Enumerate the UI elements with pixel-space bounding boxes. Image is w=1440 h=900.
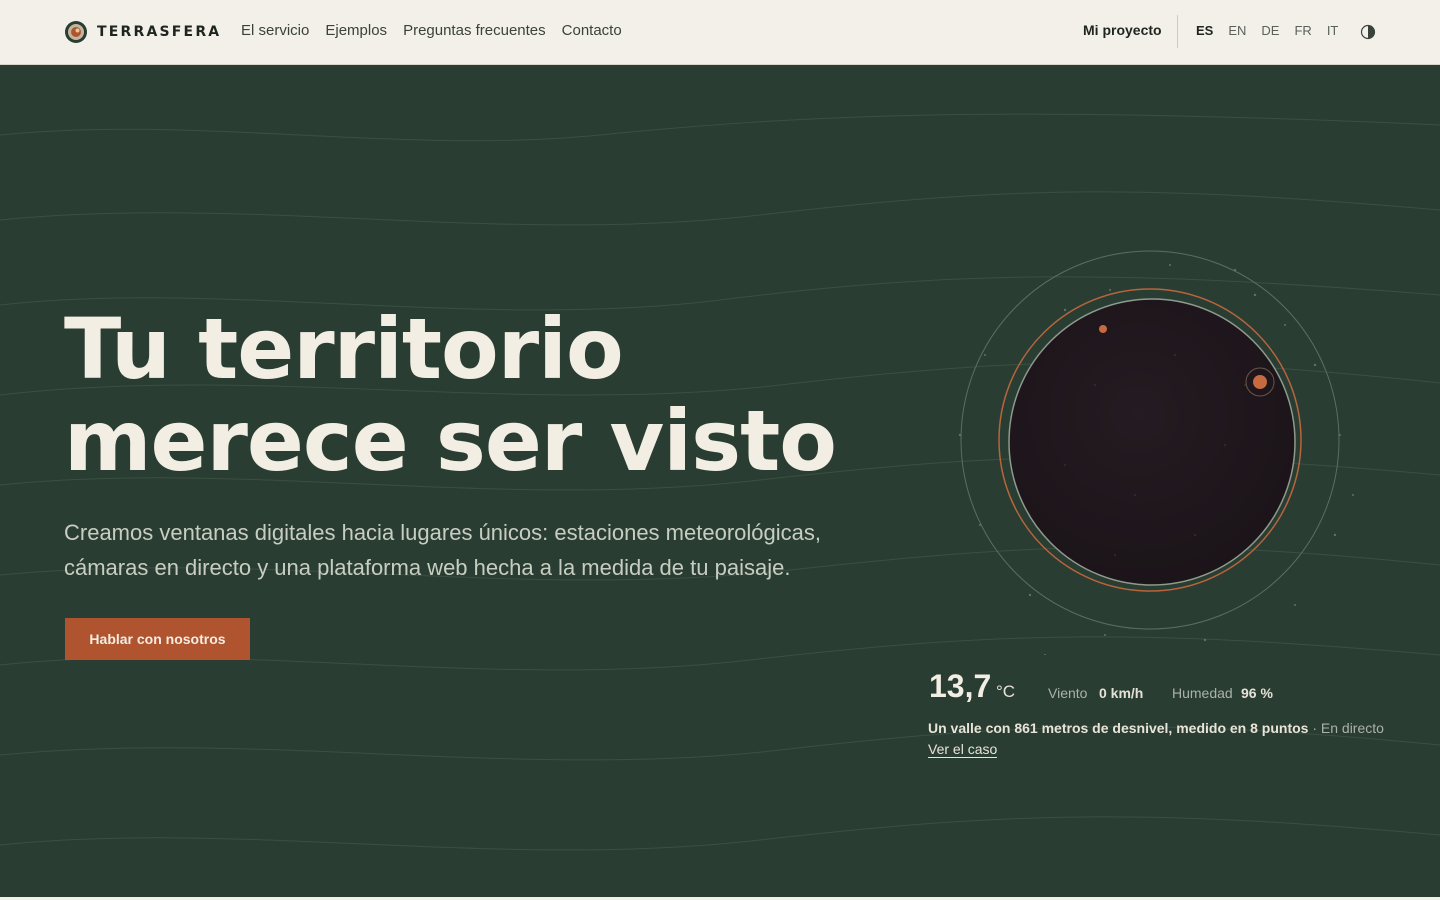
language-switcher: ES EN DE FR IT [1196, 23, 1353, 38]
hero-title: Tu territorio merece ser visto [64, 303, 864, 487]
valley-description: Un valle con 861 metros de desnivel, med… [928, 720, 1309, 736]
humidity-label: Humedad [1172, 685, 1233, 701]
wind-value: 0 km/h [1099, 685, 1144, 701]
temperature-unit: °C [996, 682, 1016, 701]
wind-label: Viento [1048, 685, 1088, 701]
humidity-value: 96 % [1241, 685, 1273, 701]
lang-it[interactable]: IT [1327, 23, 1339, 38]
brand-name: TERRASFERA [97, 24, 222, 40]
terrasfera-logo-icon [65, 21, 87, 43]
hero-subtitle: Creamos ventanas digitales hacia lugares… [64, 515, 884, 585]
hero-section: Tu territorio merece ser visto Creamos v… [0, 65, 1440, 897]
hero-title-line-1: Tu territorio [64, 300, 624, 398]
view-case-link[interactable]: Ver el caso [928, 741, 998, 758]
nav-item-ejemplos[interactable]: Ejemplos [325, 22, 387, 39]
live-indicator: · En directo [1308, 720, 1384, 736]
globe-illustration [958, 250, 1354, 655]
nav-item-contacto[interactable]: Contacto [562, 22, 622, 39]
brand[interactable]: TERRASFERA [64, 19, 221, 45]
lang-en[interactable]: EN [1228, 23, 1246, 38]
contact-us-button[interactable]: Hablar con nosotros [65, 618, 250, 660]
hero-subtitle-line-1: Creamos ventanas digitales hacia lugares… [64, 520, 821, 545]
nav-item-preguntas[interactable]: Preguntas frecuentes [403, 22, 546, 39]
temperature-value: 13,7 [929, 668, 992, 704]
hero-subtitle-line-2: cámaras en directo y una plataforma web … [64, 555, 791, 580]
lang-de[interactable]: DE [1261, 23, 1279, 38]
nav-item-servicio[interactable]: El servicio [241, 22, 309, 39]
lang-fr[interactable]: FR [1294, 23, 1311, 38]
my-project-link[interactable]: Mi proyecto [1083, 22, 1162, 38]
top-navigation-bar: TERRASFERA El servicio Ejemplos Pregunta… [0, 0, 1440, 65]
header-divider [1177, 15, 1178, 48]
main-nav: El servicio Ejemplos Preguntas frecuente… [241, 22, 638, 39]
hero-title-line-2: merece ser visto [64, 392, 837, 490]
lang-es[interactable]: ES [1196, 23, 1213, 38]
weather-caption: Un valle con 861 metros de desnivel, med… [928, 720, 1384, 736]
contrast-toggle-icon[interactable] [1360, 24, 1376, 40]
